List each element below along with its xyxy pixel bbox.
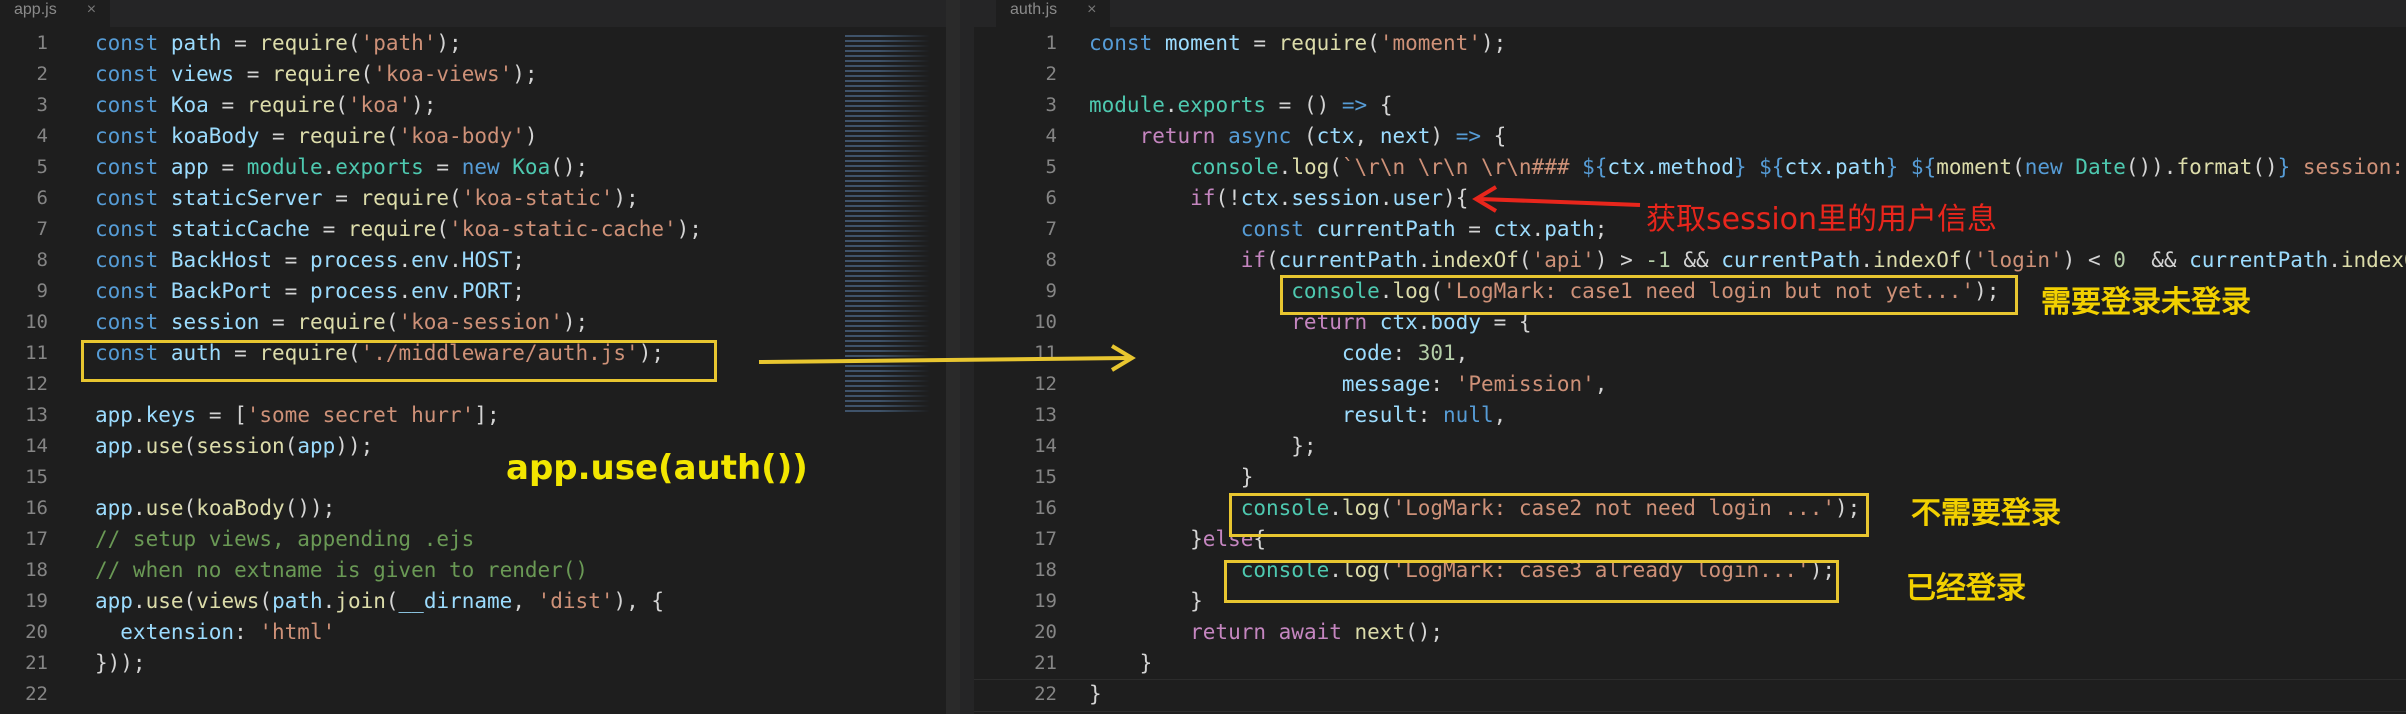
- yellow-arrow-icon: [758, 344, 1136, 372]
- highlight-box-case3: [1224, 560, 1839, 603]
- annotation-case1: 需要登录未登录: [2041, 285, 2251, 320]
- annotation-session-user: 获取session里的用户信息: [1646, 202, 1998, 237]
- annotation-case2: 不需要登录: [1911, 496, 2061, 531]
- highlight-box-case1: [1280, 275, 2018, 315]
- red-arrow-icon: [1472, 185, 1641, 213]
- annotation-case3: 已经登录: [1906, 571, 2026, 606]
- annotation-arrows: [758, 185, 1641, 372]
- highlight-box-case2: [1229, 493, 1869, 537]
